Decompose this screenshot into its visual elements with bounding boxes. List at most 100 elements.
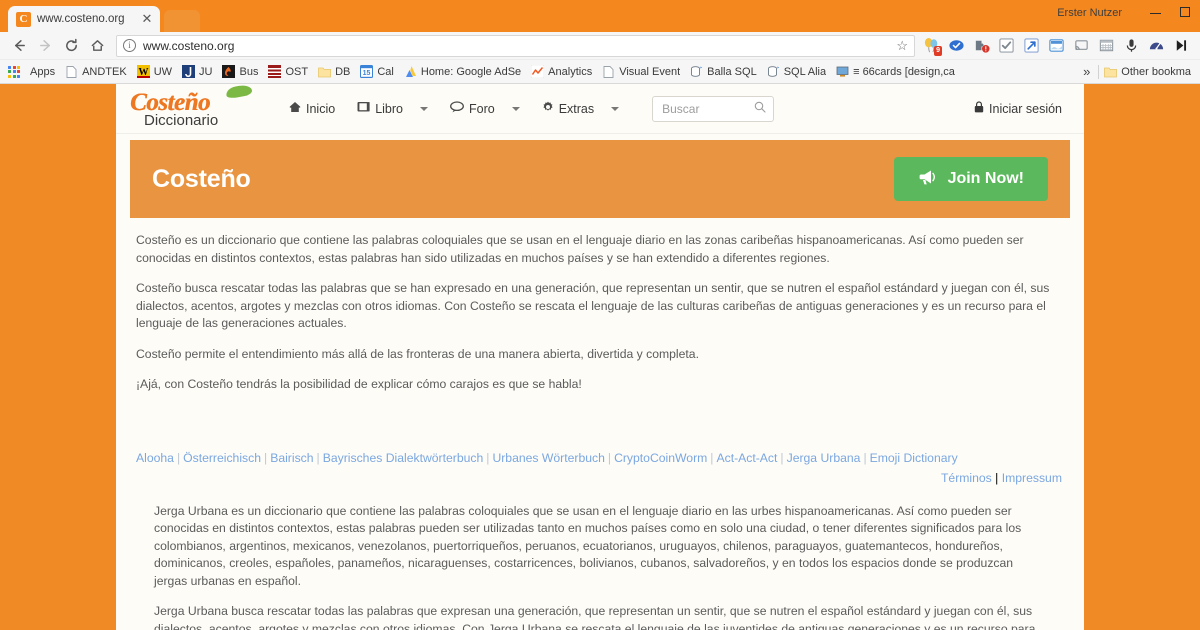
- separator: |: [174, 451, 183, 465]
- j-icon: [182, 65, 195, 78]
- screen-icon: [836, 65, 849, 78]
- site-logo[interactable]: Costeño Diccionario: [130, 90, 258, 128]
- nav-item-libro[interactable]: Libro: [346, 93, 439, 124]
- puzzle-alert-icon[interactable]: [970, 35, 993, 57]
- bookmark-item[interactable]: ANDTEK: [60, 62, 132, 82]
- apps-grid-icon[interactable]: [8, 66, 20, 78]
- impressum-link[interactable]: Impressum: [1002, 471, 1062, 485]
- expand-arrow-icon[interactable]: [1020, 35, 1043, 57]
- nav-item-extras[interactable]: Extras: [531, 93, 630, 124]
- separator: |: [860, 451, 869, 465]
- partner-link[interactable]: Alooha: [136, 451, 174, 465]
- partner-link[interactable]: Bairisch: [270, 451, 313, 465]
- partner-link[interactable]: Emoji Dictionary: [870, 451, 958, 465]
- tab-strip: C www.costeno.org ✕ Erster Nutzer: [0, 0, 1200, 32]
- login-button[interactable]: Iniciar sesión: [974, 101, 1070, 116]
- separator: |: [777, 451, 786, 465]
- intro-article: Costeño es un diccionario que contiene l…: [116, 218, 1084, 394]
- comment-icon: [450, 101, 464, 116]
- bookmark-item[interactable]: Bus: [217, 62, 263, 82]
- forward-icon[interactable]: [32, 34, 58, 58]
- join-now-label: Join Now!: [948, 170, 1024, 188]
- partner-link[interactable]: CryptoCoinWorm: [614, 451, 707, 465]
- bookmark-item[interactable]: ≡ 66cards [design,ca: [831, 62, 960, 82]
- terms-link[interactable]: Términos: [941, 471, 992, 485]
- nav-item-foro[interactable]: Foro: [439, 93, 531, 124]
- bookmark-item[interactable]: W UW: [132, 62, 177, 82]
- leaf-icon: [225, 84, 253, 99]
- partner-link[interactable]: Österreichisch: [183, 451, 261, 465]
- microphone-icon[interactable]: [1120, 35, 1143, 57]
- bookmarks-bar: Apps ANDTEK W UW JU Bus OST DB 15 Cal: [0, 60, 1200, 84]
- browser-tab[interactable]: C www.costeno.org ✕: [8, 6, 160, 32]
- bookmarks-overflow-button[interactable]: »: [1075, 64, 1098, 79]
- w-icon: W: [137, 65, 150, 78]
- maximize-button[interactable]: [1170, 0, 1200, 26]
- balloons-icon[interactable]: 9: [920, 35, 943, 57]
- cast-icon[interactable]: [1070, 35, 1093, 57]
- bookmark-item[interactable]: Analytics: [526, 62, 597, 82]
- search-icon[interactable]: [754, 101, 766, 116]
- bookmark-label: Balla SQL: [707, 66, 757, 78]
- tab-favicon: C: [16, 12, 31, 27]
- bookmark-label: UW: [154, 66, 172, 78]
- bookmark-label: ≡ 66cards [design,ca: [853, 66, 955, 78]
- site-nav: Inicio Libro Foro Extras: [278, 93, 630, 124]
- page-icon: [65, 65, 78, 78]
- bookmark-item[interactable]: DB: [313, 62, 355, 82]
- bookmark-star-icon[interactable]: ☆: [890, 38, 908, 54]
- gear-icon: [542, 101, 554, 116]
- shield-check-icon[interactable]: [945, 35, 968, 57]
- partner-link[interactable]: Jerga Urbana: [787, 451, 861, 465]
- partner-link[interactable]: Bayrisches Dialektwörterbuch: [323, 451, 484, 465]
- address-bar[interactable]: i www.costeno.org ☆: [116, 35, 915, 57]
- minimize-button[interactable]: [1140, 0, 1170, 26]
- skip-icon[interactable]: [1170, 35, 1193, 57]
- calendar-icon[interactable]: [1095, 35, 1118, 57]
- chevron-down-icon: [420, 107, 428, 111]
- join-now-button[interactable]: Join Now!: [894, 157, 1048, 201]
- partner-link[interactable]: Act-Act-Act: [716, 451, 777, 465]
- profile-name[interactable]: Erster Nutzer: [1057, 7, 1122, 19]
- paragraph: Costeño busca rescatar todas las palabra…: [136, 280, 1064, 333]
- bookmark-apps[interactable]: Apps: [25, 62, 60, 82]
- ost-icon: [268, 65, 281, 78]
- bookmark-item[interactable]: OST: [263, 62, 313, 82]
- checkbox-icon[interactable]: [995, 35, 1018, 57]
- spacer: [116, 407, 1084, 445]
- bookmark-label: JU: [199, 66, 212, 78]
- search-box[interactable]: [652, 96, 774, 122]
- bookmark-label: Apps: [30, 66, 55, 78]
- back-icon[interactable]: [6, 34, 32, 58]
- nav-label: Extras: [559, 102, 594, 116]
- close-icon[interactable]: ✕: [140, 12, 154, 26]
- bookmark-label: Cal: [377, 66, 394, 78]
- bookmark-item[interactable]: JU: [177, 62, 217, 82]
- nav-label: Libro: [375, 102, 403, 116]
- login-label: Iniciar sesión: [989, 102, 1062, 116]
- calendar15-icon: 15: [360, 65, 373, 78]
- reload-icon[interactable]: [58, 34, 84, 58]
- nav-item-inicio[interactable]: Inicio: [278, 93, 346, 124]
- window-capture-icon[interactable]: [1045, 35, 1068, 57]
- home-icon: [289, 101, 301, 116]
- logo-subtitle: Diccionario: [144, 114, 258, 128]
- new-tab-button[interactable]: [164, 10, 200, 32]
- site-info-icon[interactable]: i: [123, 39, 136, 52]
- flame-icon: [222, 65, 235, 78]
- bookmark-item[interactable]: Balla SQL: [685, 62, 762, 82]
- speedometer-icon[interactable]: [1145, 35, 1168, 57]
- tab-title: www.costeno.org: [37, 13, 140, 25]
- other-bookmarks-folder[interactable]: Other bookma: [1099, 62, 1196, 82]
- partner-link[interactable]: Urbanes Wörterbuch: [492, 451, 604, 465]
- paragraph: Costeño permite el entendimiento más all…: [136, 346, 1064, 364]
- bookmark-item[interactable]: Visual Event: [597, 62, 685, 82]
- bookmark-item[interactable]: Home: Google AdSe: [399, 62, 526, 82]
- home-icon[interactable]: [84, 34, 110, 58]
- nav-label: Foro: [469, 102, 495, 116]
- analytics-icon: [531, 65, 544, 78]
- search-input[interactable]: [660, 101, 754, 117]
- bookmark-item[interactable]: 15 Cal: [355, 62, 399, 82]
- bookmark-label: Bus: [239, 66, 258, 78]
- bookmark-item[interactable]: SQL Alia: [762, 62, 831, 82]
